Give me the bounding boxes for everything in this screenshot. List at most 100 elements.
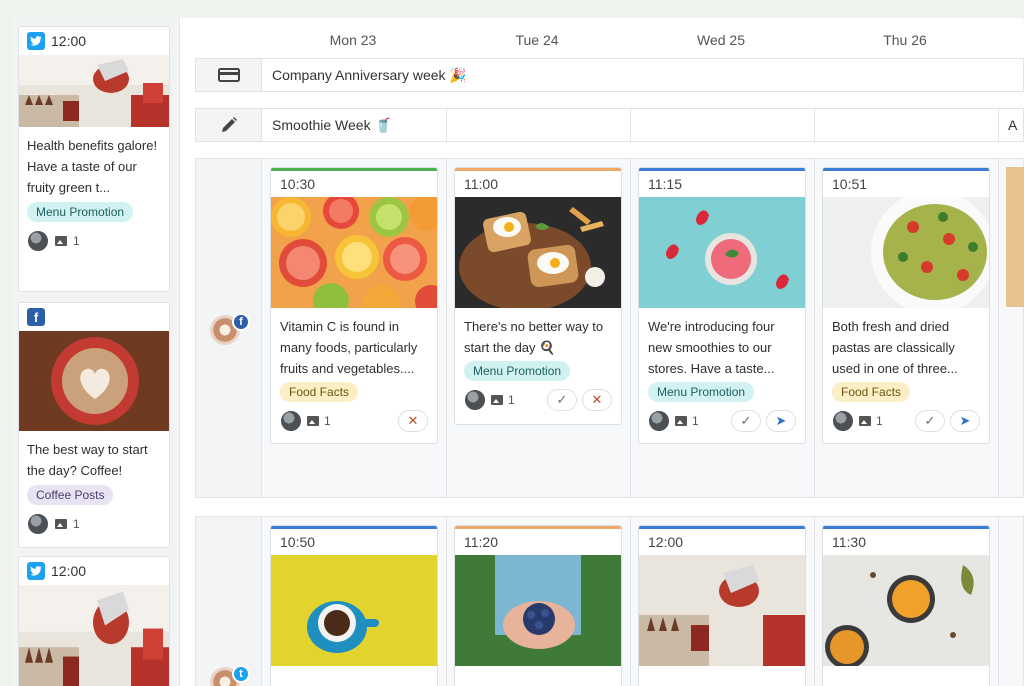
image-count: 1 (324, 414, 331, 428)
image-icon (55, 236, 67, 246)
post-meta: 1 (19, 505, 169, 543)
post-time: 11:15 (648, 176, 682, 192)
image-count: 1 (692, 414, 699, 428)
profile-avatar[interactable]: f (210, 313, 250, 345)
post-text: We're introducing four new smoothies to … (648, 319, 775, 376)
post-time: 12:00 (51, 563, 87, 579)
reject-button[interactable]: ✕ (398, 410, 428, 432)
campaign-label-next: A (1008, 117, 1018, 133)
campaign-label: Company Anniversary week 🎉 (272, 67, 467, 83)
image-count: 1 (508, 393, 515, 407)
image-icon (491, 395, 503, 405)
sidebar-post-card[interactable]: f The best way to start the day? Coffee!… (18, 302, 170, 548)
image-icon (307, 416, 319, 426)
post-text: The best way to start the day? Coffee! (27, 442, 148, 478)
avatar (832, 410, 854, 432)
avatar (464, 389, 486, 411)
unscheduled-sidebar: 12:00 Health benefits galore! Have a tas… (12, 18, 180, 686)
post-card[interactable]: 11:00 There's no better way to start the… (454, 167, 622, 425)
category-tag[interactable]: Menu Promotion (464, 361, 571, 381)
campaign-band-smoothie-week[interactable]: Smoothie Week 🥤 A (195, 108, 1024, 142)
tea-pour-image (19, 585, 169, 686)
post-text: Both fresh and dried pastas are classica… (832, 319, 958, 376)
avatar (648, 410, 670, 432)
post-header: 12:00 (19, 557, 169, 585)
citrus-image (271, 197, 437, 308)
post-card[interactable]: 11:20 (454, 525, 622, 686)
card-icon (196, 59, 262, 91)
twitter-icon: t (232, 665, 250, 683)
coffee-cup-image (271, 555, 437, 666)
avatar (27, 230, 49, 252)
category-tag[interactable]: Menu Promotion (648, 382, 755, 402)
post-time: 12:00 (51, 33, 87, 49)
facebook-icon: f (232, 313, 250, 331)
post-header: f (19, 303, 169, 331)
post-card[interactable]: 10:51 Both fresh and dried pastas are cl… (822, 167, 990, 444)
twitter-icon (27, 32, 45, 50)
post-time: 12:00 (648, 534, 684, 550)
next-day-card-edge (1006, 167, 1024, 307)
tea-pour-image (639, 555, 805, 666)
sidebar-post-card[interactable]: 12:00 Health benefits galore! Have a tas… (18, 26, 170, 292)
profile-avatar[interactable]: t (210, 665, 250, 686)
image-icon (675, 416, 687, 426)
approve-button[interactable]: ✓ (547, 389, 577, 411)
calendar-week-view: Mon 23 Tue 24 Wed 25 Thu 26 Company Anni… (180, 18, 1024, 686)
day-header-tue: Tue 24 (515, 32, 559, 48)
day-header-thu: Thu 26 (883, 32, 927, 48)
post-meta: 1 ✕ (271, 402, 437, 441)
soup-image (823, 555, 989, 666)
avatar (27, 513, 49, 535)
sidebar-post-card[interactable]: 12:00 (18, 556, 170, 686)
post-card[interactable]: 11:30 (822, 525, 990, 686)
send-button[interactable]: ➤ (766, 410, 796, 432)
post-card[interactable]: 10:50 (270, 525, 438, 686)
post-time: 11:20 (464, 534, 498, 550)
image-count: 1 (73, 234, 80, 248)
post-header: 12:00 (19, 27, 169, 55)
reject-button[interactable]: ✕ (582, 389, 612, 411)
category-tag[interactable]: Food Facts (280, 382, 359, 402)
image-icon (55, 519, 67, 529)
category-tag[interactable]: Food Facts (832, 382, 911, 402)
approve-button[interactable]: ✓ (915, 410, 945, 432)
post-text: Health benefits galore! Have a taste of … (27, 138, 158, 195)
facebook-icon: f (27, 308, 45, 326)
smoothie-image (639, 197, 805, 308)
profile-row-facebook: f 10:30 Vitamin C is found in many foods… (195, 158, 1024, 498)
post-meta: 1 (19, 222, 169, 260)
post-time: 11:30 (832, 534, 866, 550)
coffee-latte-image (19, 331, 169, 431)
post-text: There's no better way to start the day 🍳 (464, 319, 604, 355)
day-header-wed: Wed 25 (697, 32, 745, 48)
day-header-mon: Mon 23 (329, 32, 377, 48)
image-count: 1 (876, 414, 883, 428)
breakfast-image (455, 197, 621, 308)
category-tag[interactable]: Menu Promotion (27, 202, 134, 222)
approve-button[interactable]: ✓ (731, 410, 761, 432)
post-card[interactable]: 11:15 We're introducing four new smoothi… (638, 167, 806, 444)
content-frame: 12:00 Health benefits galore! Have a tas… (12, 18, 1024, 686)
pencil-icon[interactable] (196, 109, 262, 141)
profile-row-twitter: t 10:50 11:20 12:00 11:30 (195, 516, 1024, 686)
post-meta: 1 ✓ ➤ (823, 402, 989, 441)
campaign-label: Smoothie Week 🥤 (272, 117, 392, 133)
app: 12:00 Health benefits galore! Have a tas… (0, 0, 1024, 686)
post-meta: 1 ✓ ➤ (639, 402, 805, 441)
post-time: 10:30 (280, 176, 316, 192)
post-time: 10:51 (832, 176, 868, 192)
send-button[interactable]: ➤ (950, 410, 980, 432)
tea-pour-image (19, 55, 169, 127)
post-time: 10:50 (280, 534, 316, 550)
post-text: Vitamin C is found in many foods, partic… (280, 319, 418, 376)
post-time: 11:00 (464, 176, 498, 192)
campaign-band-company-anniversary[interactable]: Company Anniversary week 🎉 (195, 58, 1024, 92)
post-card[interactable]: 10:30 Vitamin C is found in many foods, … (270, 167, 438, 444)
avatar (280, 410, 302, 432)
category-tag[interactable]: Coffee Posts (27, 485, 114, 505)
post-card[interactable]: 12:00 (638, 525, 806, 686)
pasta-image (823, 197, 989, 308)
twitter-icon (27, 562, 45, 580)
post-meta: 1 ✓ ✕ (455, 381, 621, 420)
